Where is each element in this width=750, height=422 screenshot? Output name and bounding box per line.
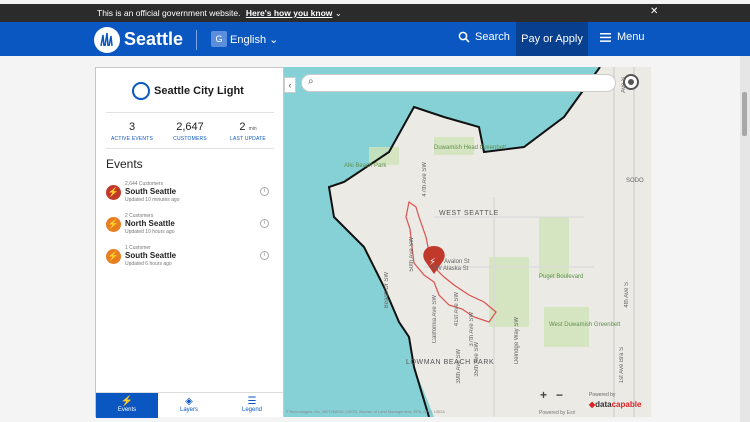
- stat-label: LAST UPDATE: [230, 136, 266, 142]
- map-label: Avalon St: [444, 259, 470, 265]
- language-selector[interactable]: English ⌄: [230, 33, 278, 46]
- chevron-down-icon: ⌄: [334, 8, 342, 18]
- map-label: California Ave SW: [432, 295, 438, 344]
- outage-icon: ⚡: [106, 217, 121, 232]
- menu-label: Menu: [617, 31, 645, 43]
- chevron-down-icon: ⌄: [269, 34, 279, 46]
- map-label: Beach Dr SW: [384, 272, 390, 309]
- outage-icon: ⚡: [106, 249, 121, 264]
- map-label: SW Alaska St: [432, 266, 469, 272]
- pay-or-apply-button[interactable]: Pay or Apply: [516, 22, 588, 56]
- map-label: 4th Ave S: [624, 282, 630, 308]
- map-search-bar[interactable]: ⌕: [301, 74, 616, 92]
- city-light-logo-icon: [132, 82, 150, 100]
- info-icon[interactable]: i: [260, 251, 269, 260]
- gov-banner-message: This is an official government website.: [97, 8, 241, 18]
- map-label: WEST SEATTLE: [439, 210, 499, 217]
- divider: [106, 148, 274, 149]
- search-button[interactable]: Search: [458, 31, 510, 43]
- datacapable-data: data: [595, 400, 612, 409]
- event-name: South Seattle: [125, 187, 177, 196]
- stat-active-events: 3 ACTIVE EVENTS: [104, 121, 160, 142]
- stat-last-update: 2 min LAST UPDATE: [220, 121, 276, 142]
- menu-button[interactable]: Menu: [600, 31, 645, 43]
- tab-legend[interactable]: ☰ Legend: [221, 393, 283, 418]
- map-label: SODO: [626, 178, 644, 184]
- map-label: 50th Ave SW: [409, 237, 415, 272]
- event-updated: Updated 10 hours ago: [125, 229, 175, 235]
- powered-by-label: Powered by: [589, 392, 616, 398]
- event-item[interactable]: ⚡ 1 Customer South Seattle Updated 6 hou…: [106, 245, 274, 275]
- event-name: South Seattle: [125, 251, 177, 260]
- event-item[interactable]: ⚡ 2 Customers North Seattle Updated 10 h…: [106, 213, 274, 243]
- tab-layers[interactable]: ◈ Layers: [158, 393, 220, 418]
- search-icon: ⌕: [308, 76, 314, 87]
- brand-name[interactable]: Seattle: [124, 29, 183, 50]
- tab-events[interactable]: ⚡ Events: [96, 393, 158, 418]
- stat-value: 3: [128, 121, 136, 133]
- search-label: Search: [475, 31, 510, 43]
- map-label: LOWMAN BEACH PARK: [406, 359, 495, 366]
- how-you-know-link[interactable]: Here's how you know: [246, 8, 333, 18]
- seattle-logo-icon[interactable]: [94, 27, 120, 53]
- map-attribution: ©Technologies, Inc, METI/NASA, USGS, Bur…: [286, 409, 445, 414]
- stat-customers: 2,647 CUSTOMERS: [162, 121, 218, 142]
- esri-credit: Powered by Esri: [539, 410, 576, 416]
- outage-side-panel: Seattle City Light 3 ACTIVE EVENTS 2,647…: [95, 67, 284, 418]
- hamburger-icon: [600, 32, 611, 42]
- zoom-in-button[interactable]: +: [540, 388, 547, 402]
- panel-title: Seattle City Light: [154, 85, 244, 97]
- gov-banner: This is an official government website. …: [0, 4, 750, 22]
- language-label: English: [230, 34, 267, 46]
- map-label: West Duwamish Greenbelt: [549, 322, 621, 328]
- map-label: Duwamish Head Greenbelt: [434, 145, 507, 151]
- tab-label: Legend: [241, 407, 263, 413]
- map-label: 1st Ave Bra S: [619, 347, 625, 384]
- map-label: 47th Ave SW: [422, 162, 428, 197]
- divider: [106, 112, 274, 113]
- info-icon[interactable]: i: [260, 219, 269, 228]
- stat-value: 2 min: [220, 121, 276, 133]
- collapse-panel-button[interactable]: ‹: [284, 77, 296, 93]
- map-label: Ave S: [621, 77, 627, 93]
- event-name: North Seattle: [125, 219, 175, 228]
- event-updated: Updated 10 minutes ago: [125, 197, 180, 203]
- map-label: 35th Ave SW: [474, 342, 480, 377]
- map-label: 39th Ave SW: [456, 349, 462, 384]
- app-frame: This is an official government website. …: [0, 0, 750, 422]
- map-label: Puget Boulevard: [539, 274, 584, 280]
- event-updated: Updated 6 hours ago: [125, 261, 172, 267]
- map-label: Alki Beach Park: [344, 163, 387, 169]
- layers-icon: ◈: [185, 396, 193, 407]
- header-divider: [196, 30, 197, 50]
- stat-value: 2,647: [176, 121, 204, 133]
- info-icon[interactable]: i: [260, 187, 269, 196]
- stat-label: ACTIVE EVENTS: [110, 136, 154, 142]
- page-scrollbar-thumb[interactable]: [742, 92, 747, 136]
- events-heading: Events: [106, 157, 143, 171]
- outage-icon: ⚡: [106, 185, 121, 200]
- outage-map[interactable]: ⚡ ‹ ⌕ Alki Beach Park Duwamish Head Gree…: [284, 67, 651, 417]
- event-item[interactable]: ⚡ 2,644 Customers South Seattle Updated …: [106, 181, 274, 211]
- tab-label: Layers: [179, 407, 198, 413]
- datacapable-capable: capable: [611, 400, 642, 409]
- map-label: Delridge Way SW: [514, 317, 520, 365]
- zoom-out-button[interactable]: −: [556, 388, 563, 402]
- lightning-icon: ⚡: [120, 396, 134, 407]
- stat-label: CUSTOMERS: [173, 136, 207, 142]
- panel-tabs: ⚡ Events ◈ Layers ☰ Legend: [96, 392, 283, 418]
- stat-unit: min: [248, 126, 257, 132]
- translate-icon[interactable]: G: [211, 31, 227, 47]
- gov-banner-text: This is an official government website. …: [97, 8, 342, 19]
- stat-number: 2: [239, 121, 246, 133]
- map-search-input[interactable]: [322, 77, 602, 89]
- tab-label: Events: [117, 407, 137, 413]
- datacapable-logo[interactable]: ◆datacapable: [589, 400, 641, 409]
- search-icon: [458, 31, 470, 43]
- map-label: 41st Ave SW: [454, 292, 460, 327]
- close-icon[interactable]: ✕: [650, 6, 658, 17]
- list-icon: ☰: [247, 396, 257, 407]
- park: [539, 217, 569, 277]
